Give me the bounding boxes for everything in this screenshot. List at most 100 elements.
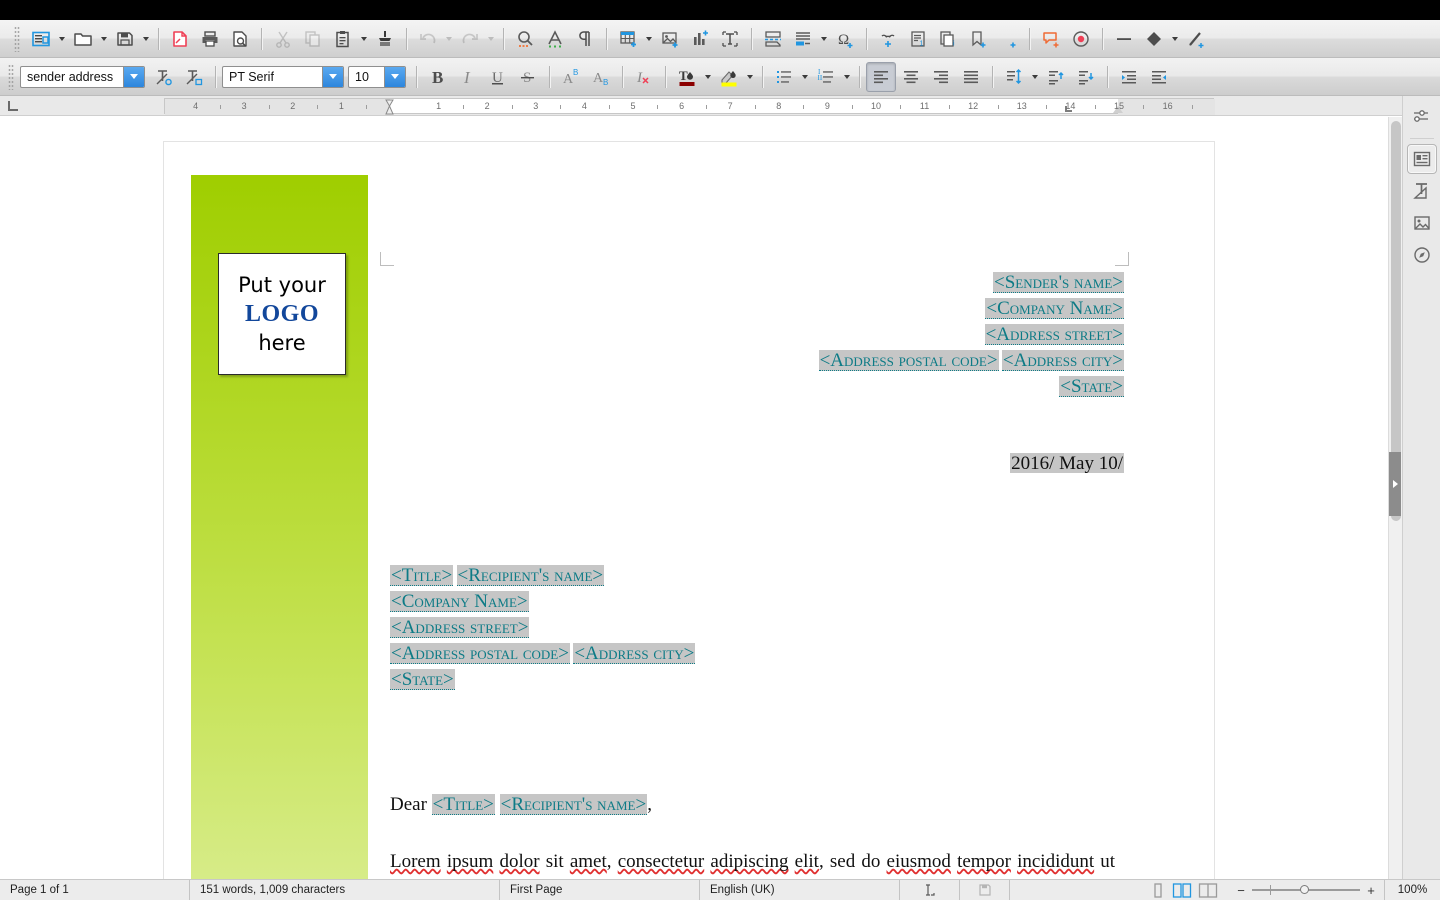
decrease-paragraph-spacing-button[interactable] xyxy=(1071,62,1101,92)
export-pdf-button[interactable] xyxy=(165,24,195,54)
zoom-slider-track[interactable] xyxy=(1252,885,1360,895)
font-size-dropdown-arrow[interactable] xyxy=(384,66,405,87)
field-address-postal-code[interactable]: <Address postal code> xyxy=(390,643,570,664)
sidebar-item-gallery[interactable] xyxy=(1407,208,1437,238)
new-document-button[interactable] xyxy=(26,24,56,54)
spelling-button[interactable] xyxy=(540,24,570,54)
salutation-line[interactable]: Dear <Title> <Recipient's name>, xyxy=(390,794,652,816)
zoom-level-label[interactable]: 100% xyxy=(1384,879,1440,900)
font-name-combo[interactable]: PT Serif xyxy=(222,65,344,88)
zoom-in-button[interactable]: + xyxy=(1364,883,1378,898)
status-page-style[interactable]: First Page xyxy=(500,879,700,900)
body-paragraph[interactable]: Lorem ipsum dolor sit amet, consectetur … xyxy=(390,847,1115,879)
logo-placeholder-box[interactable]: Put your LOGO here xyxy=(218,253,346,375)
strikethrough-button[interactable]: S xyxy=(513,62,543,92)
copy-button[interactable] xyxy=(298,24,328,54)
field-address-city[interactable]: <Address city> xyxy=(1001,350,1124,371)
insert-text-box-button[interactable] xyxy=(715,24,745,54)
decrease-indent-button[interactable] xyxy=(1144,62,1174,92)
insert-cross-reference-button[interactable] xyxy=(993,24,1023,54)
highlight-color-dropdown[interactable] xyxy=(744,62,756,92)
insert-hyperlink-button[interactable] xyxy=(873,24,903,54)
date-block[interactable]: 2016/ May 10/ xyxy=(1010,453,1124,473)
update-selected-style-button[interactable] xyxy=(149,62,179,92)
superscript-button[interactable]: AB xyxy=(556,62,586,92)
insert-table-button[interactable] xyxy=(613,24,643,54)
insert-endnote-button[interactable]: i xyxy=(933,24,963,54)
ruler-corner-tab-selector[interactable] xyxy=(6,99,20,113)
field-company-name[interactable]: <Company Name> xyxy=(390,591,529,612)
ordered-list-button[interactable]: I II xyxy=(811,62,841,92)
toolbar-grip[interactable] xyxy=(14,25,20,52)
redo-button[interactable] xyxy=(455,24,485,54)
status-word-count[interactable]: 151 words, 1,009 characters xyxy=(190,879,500,900)
single-page-view-icon[interactable] xyxy=(1150,882,1166,898)
new-document-dropdown[interactable] xyxy=(56,24,68,54)
justified-button[interactable] xyxy=(956,62,986,92)
horizontal-ruler[interactable]: 4 3 2 1 1 2 3 4 5 6 7 8 9 10 11 12 13 14 15 16 xyxy=(164,98,1215,115)
insert-special-character-button[interactable]: Ω xyxy=(830,24,860,54)
insert-field-dropdown[interactable] xyxy=(818,24,830,54)
basic-shapes-button[interactable] xyxy=(1139,24,1169,54)
sidebar-item-styles[interactable] xyxy=(1407,176,1437,206)
sidebar-item-properties[interactable] xyxy=(1406,144,1437,174)
toolbar-grip[interactable] xyxy=(8,63,14,90)
insert-chart-button[interactable] xyxy=(685,24,715,54)
clear-formatting-button[interactable]: I xyxy=(629,62,659,92)
align-center-button[interactable] xyxy=(896,62,926,92)
align-right-button[interactable] xyxy=(926,62,956,92)
clone-formatting-button[interactable] xyxy=(370,24,400,54)
open-document-dropdown[interactable] xyxy=(98,24,110,54)
scrollbar-split-handle[interactable] xyxy=(1389,452,1401,516)
cut-button[interactable] xyxy=(268,24,298,54)
zoom-control[interactable]: − + xyxy=(1228,880,1384,900)
formatting-marks-button[interactable] xyxy=(570,24,600,54)
bold-button[interactable]: B xyxy=(423,62,453,92)
track-changes-button[interactable] xyxy=(1066,24,1096,54)
sender-address-block[interactable]: <Sender's name> <Company Name> <Address … xyxy=(818,271,1124,401)
line-spacing-button[interactable] xyxy=(999,62,1029,92)
save-document-dropdown[interactable] xyxy=(140,24,152,54)
field-recipients-name[interactable]: <Recipient's name> xyxy=(499,794,648,815)
field-senders-name[interactable]: <Sender's name> xyxy=(992,272,1124,293)
insert-footnote-button[interactable]: 1 xyxy=(903,24,933,54)
unordered-list-button[interactable] xyxy=(769,62,799,92)
document-canvas[interactable]: Put your LOGO here <Sender's name> <Comp… xyxy=(0,117,1388,879)
show-draw-functions-button[interactable] xyxy=(1181,24,1211,54)
font-name-dropdown-arrow[interactable] xyxy=(322,66,343,87)
field-address-street[interactable]: <Address street> xyxy=(390,617,530,638)
subscript-button[interactable]: AB xyxy=(586,62,616,92)
field-address-street[interactable]: <Address street> xyxy=(984,324,1124,345)
print-preview-button[interactable] xyxy=(225,24,255,54)
font-color-dropdown[interactable] xyxy=(702,62,714,92)
sidebar-settings-button[interactable] xyxy=(1407,102,1437,132)
paste-button[interactable] xyxy=(328,24,358,54)
recipient-address-block[interactable]: <Title> <Recipient's name> <Company Name… xyxy=(390,564,696,694)
paragraph-style-combo[interactable]: sender address xyxy=(20,65,145,88)
unordered-list-dropdown[interactable] xyxy=(799,62,811,92)
status-page-number[interactable]: Page 1 of 1 xyxy=(0,879,190,900)
field-date[interactable]: 2016/ May 10/ xyxy=(1010,453,1124,473)
save-document-button[interactable] xyxy=(110,24,140,54)
insert-line-button[interactable] xyxy=(1109,24,1139,54)
zoom-slider-knob[interactable] xyxy=(1300,885,1309,894)
paragraph-style-dropdown-arrow[interactable] xyxy=(123,66,144,87)
insert-field-button[interactable] xyxy=(788,24,818,54)
insert-bookmark-button[interactable] xyxy=(963,24,993,54)
paste-dropdown[interactable] xyxy=(358,24,370,54)
undo-dropdown[interactable] xyxy=(443,24,455,54)
insert-page-break-button[interactable] xyxy=(758,24,788,54)
field-title[interactable]: <Title> xyxy=(390,565,454,586)
highlight-color-button[interactable] xyxy=(714,62,744,92)
ordered-list-dropdown[interactable] xyxy=(841,62,853,92)
zoom-out-button[interactable]: − xyxy=(1234,883,1248,898)
ruler-first-line-indent-marker[interactable] xyxy=(385,99,394,115)
field-address-postal-code[interactable]: <Address postal code> xyxy=(818,350,999,371)
insert-image-button[interactable] xyxy=(655,24,685,54)
field-title[interactable]: <Title> xyxy=(431,794,495,815)
line-spacing-dropdown[interactable] xyxy=(1029,62,1041,92)
status-selection-mode[interactable] xyxy=(900,879,960,900)
multi-page-view-icon[interactable] xyxy=(1172,882,1192,898)
zoom-slider[interactable]: − + xyxy=(1228,880,1384,900)
font-size-combo[interactable]: 10 xyxy=(348,65,406,88)
